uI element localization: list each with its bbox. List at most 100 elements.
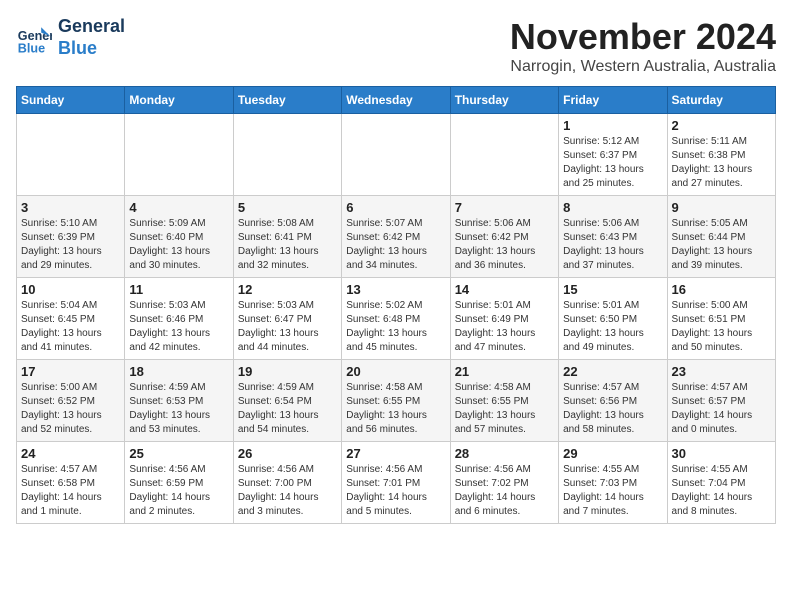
calendar-cell: 28 Sunrise: 4:56 AM Sunset: 7:02 PM Dayli… xyxy=(450,442,558,524)
day-number: 25 xyxy=(129,446,228,461)
day-info: Sunrise: 5:04 AM Sunset: 6:45 PM Dayligh… xyxy=(21,299,120,355)
day-number: 19 xyxy=(238,364,337,379)
day-number: 1 xyxy=(563,118,662,133)
calendar-cell: 29Sunrise: 4:55 AM Sunset: 7:03 PM Dayli… xyxy=(559,442,667,524)
calendar-header-row: SundayMondayTuesdayWednesdayThursdayFrid… xyxy=(17,87,776,114)
calendar-cell: 5 Sunrise: 5:08 AM Sunset: 6:41 PM Daylig… xyxy=(233,196,341,278)
calendar-cell: 12 Sunrise: 5:03 AM Sunset: 6:47 PM Dayli… xyxy=(233,278,341,360)
calendar-cell xyxy=(233,114,341,196)
day-number: 13 xyxy=(346,282,445,297)
day-number: 22 xyxy=(563,364,662,379)
day-info: Sunrise: 4:55 AM Sunset: 7:04 PM Dayligh… xyxy=(672,463,771,519)
calendar-cell: 13 Sunrise: 5:02 AM Sunset: 6:48 PM Dayli… xyxy=(342,278,450,360)
logo: General Blue General Blue xyxy=(16,16,125,59)
calendar-cell: 6 Sunrise: 5:07 AM Sunset: 6:42 PM Daylig… xyxy=(342,196,450,278)
day-number: 16 xyxy=(672,282,771,297)
calendar-cell xyxy=(125,114,233,196)
calendar-cell: 15Sunrise: 5:01 AM Sunset: 6:50 PM Dayli… xyxy=(559,278,667,360)
day-info: Sunrise: 5:03 AM Sunset: 6:46 PM Dayligh… xyxy=(129,299,228,355)
day-number: 17 xyxy=(21,364,120,379)
calendar-cell: 24Sunrise: 4:57 AM Sunset: 6:58 PM Dayli… xyxy=(17,442,125,524)
calendar-cell: 2 Sunrise: 5:11 AM Sunset: 6:38 PM Daylig… xyxy=(667,114,775,196)
day-number: 12 xyxy=(238,282,337,297)
calendar-cell: 30 Sunrise: 4:55 AM Sunset: 7:04 PM Dayli… xyxy=(667,442,775,524)
day-number: 11 xyxy=(129,282,228,297)
header-tuesday: Tuesday xyxy=(233,87,341,114)
header-saturday: Saturday xyxy=(667,87,775,114)
calendar-cell: 3 Sunrise: 5:10 AM Sunset: 6:39 PM Daylig… xyxy=(17,196,125,278)
day-info: Sunrise: 4:56 AM Sunset: 7:02 PM Dayligh… xyxy=(455,463,554,519)
page-header: General Blue General Blue November 2024 … xyxy=(16,16,776,76)
header-wednesday: Wednesday xyxy=(342,87,450,114)
day-number: 30 xyxy=(672,446,771,461)
calendar-cell: 8 Sunrise: 5:06 AM Sunset: 6:43 PM Daylig… xyxy=(559,196,667,278)
calendar-table: SundayMondayTuesdayWednesdayThursdayFrid… xyxy=(16,86,776,524)
day-number: 24 xyxy=(21,446,120,461)
day-number: 14 xyxy=(455,282,554,297)
day-number: 8 xyxy=(563,200,662,215)
day-info: Sunrise: 5:00 AM Sunset: 6:52 PM Dayligh… xyxy=(21,381,120,437)
day-info: Sunrise: 4:56 AM Sunset: 7:01 PM Dayligh… xyxy=(346,463,445,519)
calendar-week-row: 10Sunrise: 5:04 AM Sunset: 6:45 PM Dayli… xyxy=(17,278,776,360)
day-number: 28 xyxy=(455,446,554,461)
calendar-cell: 11 Sunrise: 5:03 AM Sunset: 6:46 PM Dayli… xyxy=(125,278,233,360)
day-number: 5 xyxy=(238,200,337,215)
calendar-cell: 14Sunrise: 5:01 AM Sunset: 6:49 PM Dayli… xyxy=(450,278,558,360)
calendar-cell xyxy=(17,114,125,196)
calendar-cell: 4 Sunrise: 5:09 AM Sunset: 6:40 PM Daylig… xyxy=(125,196,233,278)
calendar-cell: 23Sunrise: 4:57 AM Sunset: 6:57 PM Dayli… xyxy=(667,360,775,442)
day-info: Sunrise: 4:55 AM Sunset: 7:03 PM Dayligh… xyxy=(563,463,662,519)
day-info: Sunrise: 4:59 AM Sunset: 6:54 PM Dayligh… xyxy=(238,381,337,437)
day-info: Sunrise: 5:02 AM Sunset: 6:48 PM Dayligh… xyxy=(346,299,445,355)
calendar-cell: 17 Sunrise: 5:00 AM Sunset: 6:52 PM Dayli… xyxy=(17,360,125,442)
day-info: Sunrise: 5:00 AM Sunset: 6:51 PM Dayligh… xyxy=(672,299,771,355)
day-number: 2 xyxy=(672,118,771,133)
calendar-cell xyxy=(450,114,558,196)
day-number: 18 xyxy=(129,364,228,379)
calendar-cell xyxy=(342,114,450,196)
title-area: November 2024 Narrogin, Western Australi… xyxy=(510,16,776,76)
day-info: Sunrise: 4:59 AM Sunset: 6:53 PM Dayligh… xyxy=(129,381,228,437)
calendar-cell: 27 Sunrise: 4:56 AM Sunset: 7:01 PM Dayli… xyxy=(342,442,450,524)
header-friday: Friday xyxy=(559,87,667,114)
day-info: Sunrise: 5:07 AM Sunset: 6:42 PM Dayligh… xyxy=(346,217,445,273)
day-info: Sunrise: 5:11 AM Sunset: 6:38 PM Dayligh… xyxy=(672,135,771,191)
day-info: Sunrise: 4:58 AM Sunset: 6:55 PM Dayligh… xyxy=(455,381,554,437)
day-info: Sunrise: 5:03 AM Sunset: 6:47 PM Dayligh… xyxy=(238,299,337,355)
calendar-week-row: 17 Sunrise: 5:00 AM Sunset: 6:52 PM Dayli… xyxy=(17,360,776,442)
day-number: 15 xyxy=(563,282,662,297)
logo-blue: Blue xyxy=(58,38,125,60)
calendar-cell: 19 Sunrise: 4:59 AM Sunset: 6:54 PM Dayli… xyxy=(233,360,341,442)
day-info: Sunrise: 4:56 AM Sunset: 6:59 PM Dayligh… xyxy=(129,463,228,519)
header-monday: Monday xyxy=(125,87,233,114)
calendar-week-row: 1 Sunrise: 5:12 AM Sunset: 6:37 PM Daylig… xyxy=(17,114,776,196)
day-number: 4 xyxy=(129,200,228,215)
day-number: 26 xyxy=(238,446,337,461)
day-info: Sunrise: 5:08 AM Sunset: 6:41 PM Dayligh… xyxy=(238,217,337,273)
calendar-cell: 26 Sunrise: 4:56 AM Sunset: 7:00 PM Dayli… xyxy=(233,442,341,524)
day-info: Sunrise: 4:56 AM Sunset: 7:00 PM Dayligh… xyxy=(238,463,337,519)
calendar-cell: 22 Sunrise: 4:57 AM Sunset: 6:56 PM Dayli… xyxy=(559,360,667,442)
logo-icon: General Blue xyxy=(16,20,52,56)
day-info: Sunrise: 5:09 AM Sunset: 6:40 PM Dayligh… xyxy=(129,217,228,273)
calendar-cell: 18 Sunrise: 4:59 AM Sunset: 6:53 PM Dayli… xyxy=(125,360,233,442)
day-number: 21 xyxy=(455,364,554,379)
calendar-cell: 21 Sunrise: 4:58 AM Sunset: 6:55 PM Dayli… xyxy=(450,360,558,442)
day-info: Sunrise: 4:57 AM Sunset: 6:56 PM Dayligh… xyxy=(563,381,662,437)
day-info: Sunrise: 5:10 AM Sunset: 6:39 PM Dayligh… xyxy=(21,217,120,273)
day-info: Sunrise: 5:05 AM Sunset: 6:44 PM Dayligh… xyxy=(672,217,771,273)
calendar-week-row: 3 Sunrise: 5:10 AM Sunset: 6:39 PM Daylig… xyxy=(17,196,776,278)
logo-general: General xyxy=(58,16,125,38)
calendar-cell: 20Sunrise: 4:58 AM Sunset: 6:55 PM Dayli… xyxy=(342,360,450,442)
day-number: 6 xyxy=(346,200,445,215)
day-number: 23 xyxy=(672,364,771,379)
day-info: Sunrise: 4:58 AM Sunset: 6:55 PM Dayligh… xyxy=(346,381,445,437)
day-number: 3 xyxy=(21,200,120,215)
day-info: Sunrise: 5:12 AM Sunset: 6:37 PM Dayligh… xyxy=(563,135,662,191)
calendar-cell: 10Sunrise: 5:04 AM Sunset: 6:45 PM Dayli… xyxy=(17,278,125,360)
day-number: 27 xyxy=(346,446,445,461)
header-thursday: Thursday xyxy=(450,87,558,114)
day-number: 9 xyxy=(672,200,771,215)
day-info: Sunrise: 5:06 AM Sunset: 6:43 PM Dayligh… xyxy=(563,217,662,273)
calendar-cell: 7Sunrise: 5:06 AM Sunset: 6:42 PM Daylig… xyxy=(450,196,558,278)
